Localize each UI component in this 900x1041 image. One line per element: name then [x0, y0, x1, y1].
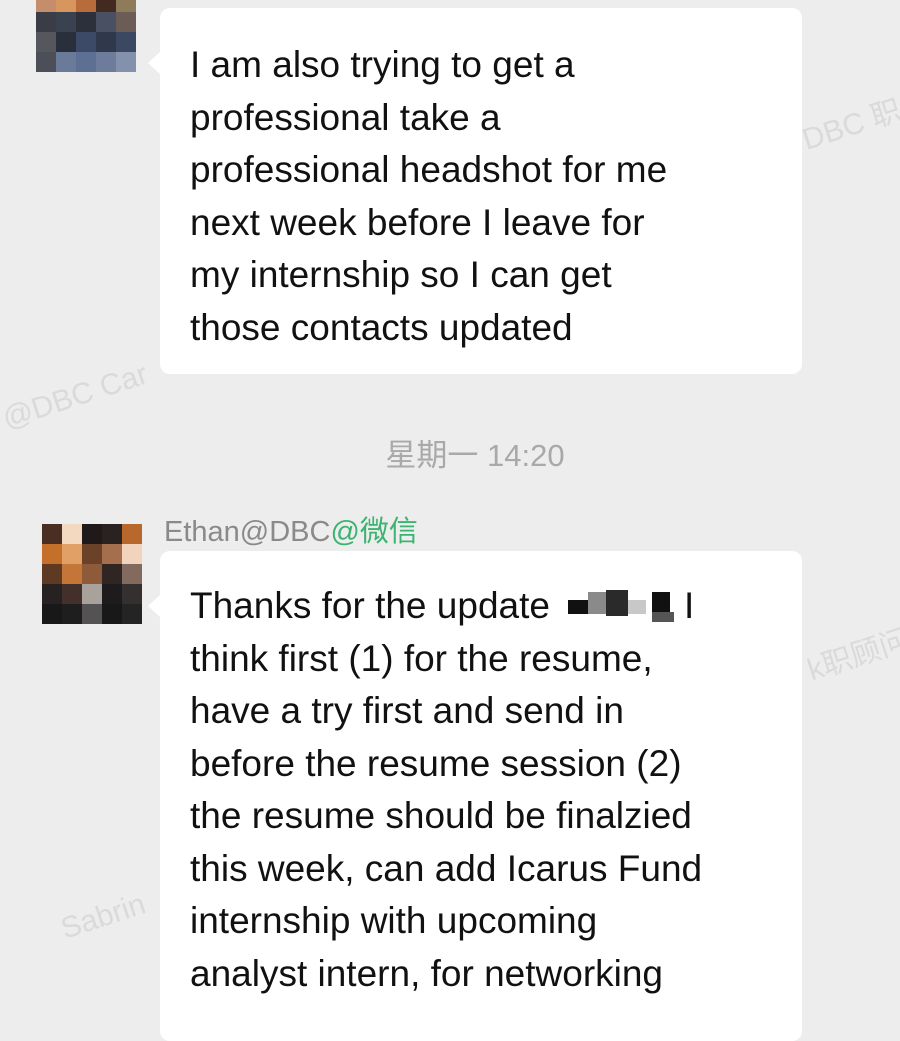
message-bubble[interactable]: Thanks for the update I think first (1) … [148, 551, 802, 1041]
avatar[interactable] [36, 0, 136, 72]
message-line: next week before I leave for [190, 201, 645, 243]
message-line: professional headshot for me [190, 149, 668, 190]
message-line: professional take a [190, 96, 501, 138]
sender-nickname: Ethan@DBC [164, 516, 331, 548]
message-line: my internship so I can get [190, 254, 612, 295]
message-line: the resume should be finalzied [190, 795, 692, 836]
message-line: those contacts updated [190, 306, 573, 348]
watermark-text: Sabrin [56, 887, 150, 946]
message-line: analyst intern, for networking [190, 952, 664, 994]
message-line: Thanks for the update I [190, 580, 772, 633]
chat-view: DBC 职 @DBC Car k职顾问 Sabrin I am also try… [0, 0, 900, 1041]
message-bubble[interactable]: I am also trying to get a professional t… [148, 8, 802, 374]
message-line: have a try first and send in [190, 690, 624, 731]
sender-source-tag: @微信 [330, 516, 418, 548]
message-line: this week, can add Icarus Fund [190, 847, 703, 889]
watermark-text: k职顾问 [803, 623, 900, 688]
message-line: think first (1) for the resume, [190, 637, 653, 679]
message-line: internship with upcoming [190, 900, 598, 941]
message-timestamp: 星期一 14:20 [385, 438, 565, 473]
message-line: I am also trying to get a [190, 44, 575, 85]
sender-name: Ethan@DBC@微信 [164, 508, 418, 550]
watermark-text: DBC 职 [798, 93, 900, 157]
message-text: Thanks for the update [190, 585, 550, 626]
watermark-text: @DBC Car [0, 357, 152, 436]
redacted-name [567, 586, 680, 622]
message-text: I [683, 585, 695, 626]
avatar[interactable] [42, 524, 142, 624]
message-line: before the resume session (2) [190, 742, 682, 784]
